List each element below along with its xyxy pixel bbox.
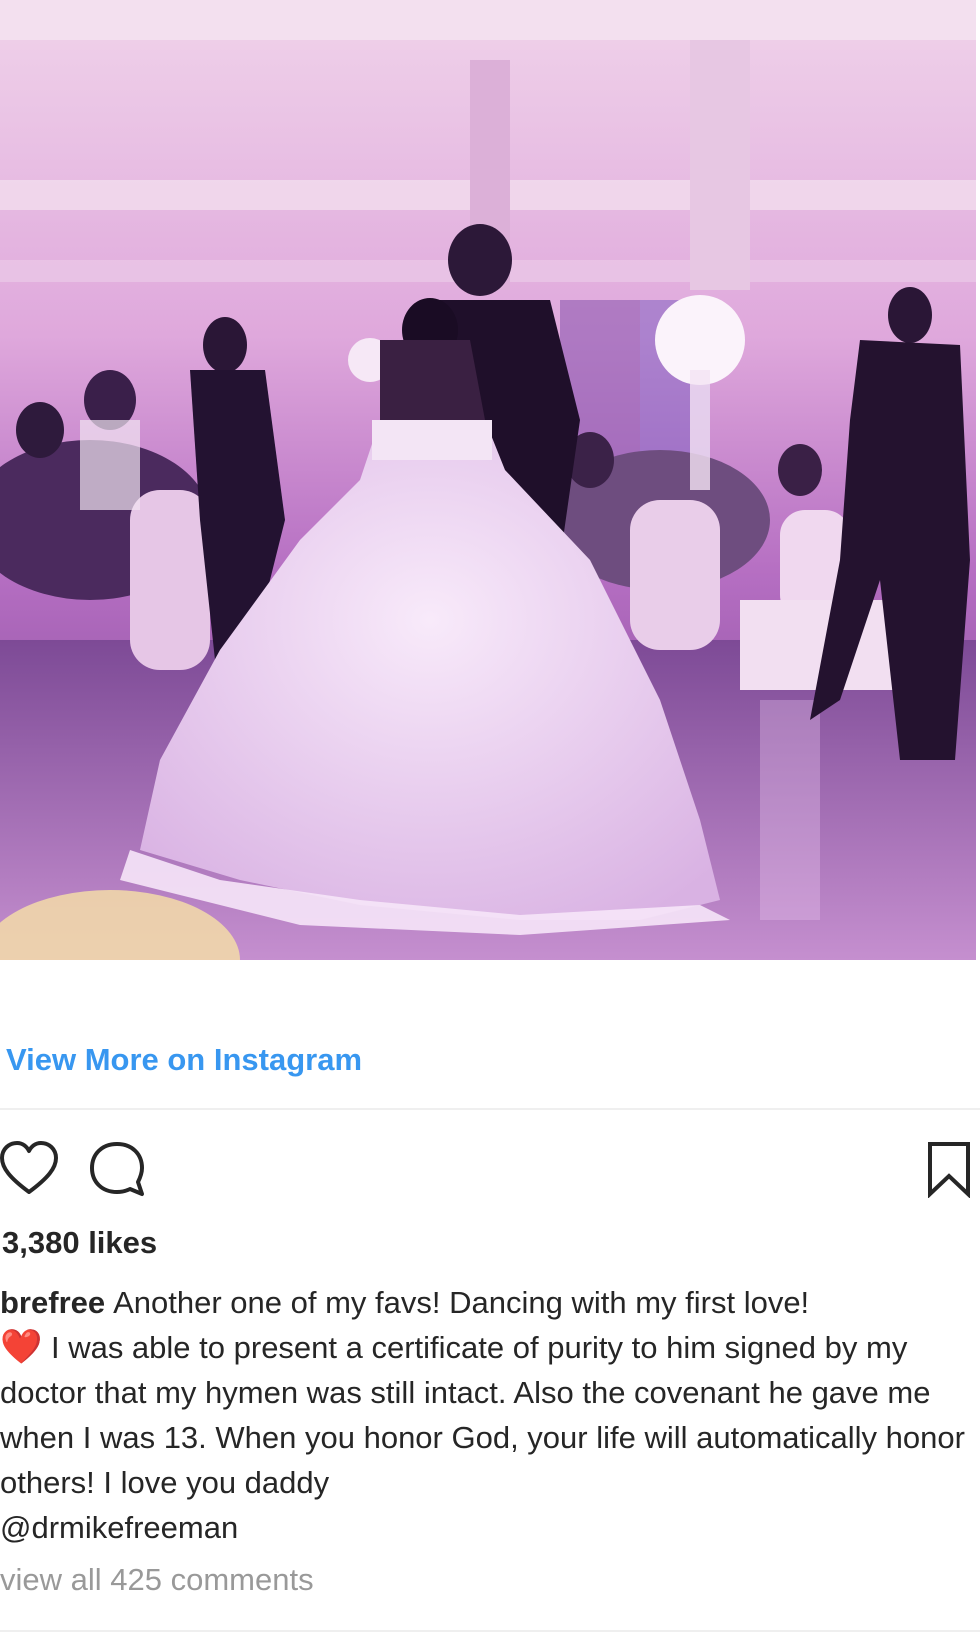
bookmark-icon[interactable]	[924, 1140, 974, 1199]
post-caption: brefree Another one of my favs! Dancing w…	[0, 1280, 970, 1550]
post-photo[interactable]	[0, 0, 976, 960]
separator	[0, 1630, 980, 1632]
caption-username[interactable]: brefree	[0, 1285, 105, 1320]
speech-bubble-icon[interactable]	[88, 1140, 146, 1198]
caption-line1: Another one of my favs! Dancing with my …	[113, 1285, 810, 1320]
heart-outline-icon[interactable]	[0, 1140, 58, 1198]
wedding-dance-image	[0, 0, 976, 960]
red-heart-emoji: ❤️	[0, 1328, 43, 1366]
likes-count[interactable]: 3,380 likes	[2, 1225, 157, 1261]
view-all-comments-link[interactable]: view all 425 comments	[0, 1562, 314, 1598]
action-bar	[0, 1140, 980, 1200]
caption-mention[interactable]: @drmikefreeman	[0, 1510, 238, 1545]
view-more-on-instagram-link[interactable]: View More on Instagram	[6, 1042, 362, 1078]
separator	[0, 1108, 980, 1110]
caption-text: I was able to present a certificate of p…	[0, 1330, 965, 1500]
